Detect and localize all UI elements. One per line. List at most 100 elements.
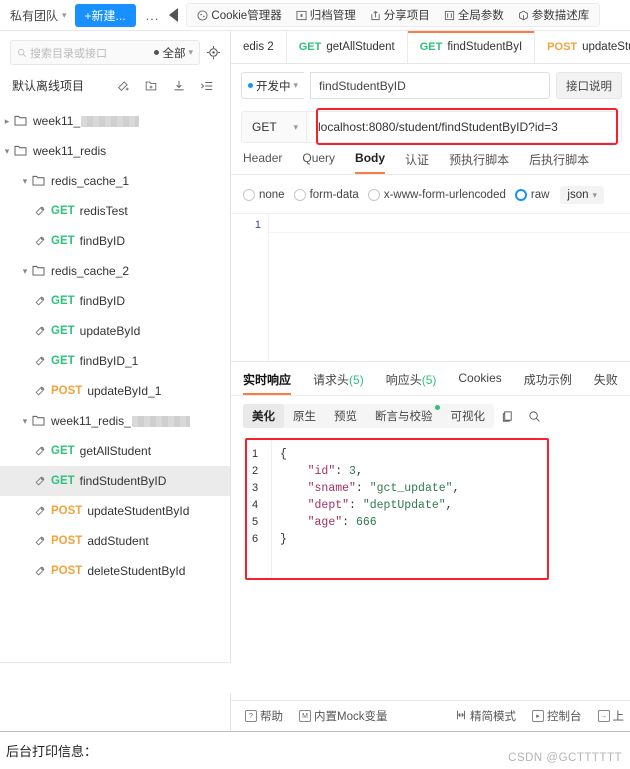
tree-api-addStudent[interactable]: POST addStudent <box>0 526 230 556</box>
new-folder-icon[interactable] <box>144 79 158 93</box>
new-button[interactable]: +新建... <box>74 3 136 27</box>
top-toolbar: 私有团队 ▾ +新建... ... Cookie管理器 归档管理 分享项目 全局… <box>0 0 630 31</box>
tree-api-findByID[interactable]: GET findByID <box>0 226 230 256</box>
more-menu-button[interactable]: ... <box>136 8 170 23</box>
add-api-icon[interactable] <box>116 79 130 93</box>
response-tab-label: Cookies <box>458 371 502 385</box>
response-tab-请求头[interactable]: 请求头(5) <box>313 371 364 395</box>
upload-icon: → <box>597 710 610 722</box>
body-type-x-www-form-urlencoded[interactable]: x-www-form-urlencoded <box>367 189 506 201</box>
param-library-button[interactable]: 参数描述库 <box>518 7 589 23</box>
response-tab-label: 请求头 <box>313 373 350 387</box>
tree-folder-redis_cache_2[interactable]: ▾ redis_cache_2 <box>0 256 230 286</box>
tree-folder-week11_redis_[interactable]: ▾ week11_redis_ <box>0 406 230 436</box>
tree-api-getAllStudent[interactable]: GET getAllStudent <box>0 436 230 466</box>
chevron-down-icon[interactable]: ▾ <box>18 176 32 187</box>
view-button-断言与校验[interactable]: 断言与校验 <box>366 404 442 428</box>
tree-api-label: addStudent <box>87 534 149 548</box>
global-params-button[interactable]: 全局参数 <box>444 7 504 23</box>
body-type-raw[interactable]: raw <box>514 189 550 201</box>
request-body-editor[interactable]: 1 <box>231 213 630 361</box>
share-project-button[interactable]: 分享项目 <box>370 7 430 23</box>
request-tab-认证[interactable]: 认证 <box>405 151 429 174</box>
view-button-原生[interactable]: 原生 <box>284 404 325 428</box>
status-dot-icon <box>248 83 253 88</box>
filter-all-selector[interactable]: 全部 ▾ <box>154 45 193 61</box>
body-type-form-data[interactable]: form-data <box>293 189 359 201</box>
chevron-down-icon[interactable]: ▾ <box>18 416 32 427</box>
compact-mode-button[interactable]: 精简模式 <box>455 708 516 724</box>
chevron-right-icon[interactable]: ▸ <box>0 116 14 127</box>
back-arrow-icon[interactable] <box>169 8 179 22</box>
mock-variables-button[interactable]: M 内置Mock变量 <box>299 708 387 724</box>
search-icon[interactable] <box>521 406 548 427</box>
editor-tab-findStudentByI[interactable]: GET findStudentByI <box>408 31 536 63</box>
request-tab-Query[interactable]: Query <box>302 151 335 174</box>
tree-api-updateStudentById[interactable]: POST updateStudentById <box>0 496 230 526</box>
help-label: 帮助 <box>260 711 283 723</box>
tree-folder-redis_cache_1[interactable]: ▾ redis_cache_1 <box>0 166 230 196</box>
tree-api-findStudentByID[interactable]: GET findStudentByID <box>0 466 230 496</box>
tree-api-deleteStudentById[interactable]: POST deleteStudentById <box>0 556 230 586</box>
body-type-none[interactable]: none <box>243 189 285 201</box>
search-input[interactable]: 搜索目录或接口 全部 ▾ <box>10 40 200 65</box>
console-label: 控制台 <box>547 711 582 723</box>
team-label: 私有团队 <box>10 8 59 23</box>
editor-tab-edis-2[interactable]: edis 2 <box>231 31 287 63</box>
json-line: "sname": "gct_update", <box>307 482 460 495</box>
archive-manage-button[interactable]: 归档管理 <box>296 7 356 23</box>
collapse-tree-icon[interactable] <box>200 79 214 93</box>
mock-icon: M <box>299 710 311 722</box>
view-button-label: 原生 <box>293 411 316 423</box>
request-tab-bar: Header Query Body 认证 预执行脚本 后执行脚本 <box>231 143 630 175</box>
archive-manage-label: 归档管理 <box>309 10 356 22</box>
request-tab-后执行脚本[interactable]: 后执行脚本 <box>529 151 589 174</box>
tree-api-label: deleteStudentById <box>87 564 186 578</box>
tree-api-updateById_1[interactable]: POST updateById_1 <box>0 376 230 406</box>
body-type-label: raw <box>530 189 550 201</box>
http-method-badge: GET <box>51 205 75 217</box>
api-doc-button[interactable]: 接口说明 <box>556 72 622 99</box>
upload-button[interactable]: → 上 <box>597 708 624 724</box>
tree-folder-week11_[interactable]: ▸ week11_ <box>0 106 230 136</box>
view-button-可视化[interactable]: 可视化 <box>442 404 495 428</box>
api-name-input[interactable]: findStudentByID <box>310 72 550 99</box>
url-input[interactable]: localhost:8080/student/findStudentByID?i… <box>310 112 618 142</box>
chevron-down-icon[interactable]: ▾ <box>0 146 14 157</box>
view-button-美化[interactable]: 美化 <box>243 404 284 428</box>
console-button[interactable]: ▸ 控制台 <box>532 708 582 724</box>
response-tab-响应头[interactable]: 响应头(5) <box>386 371 437 395</box>
chevron-down-icon[interactable]: ▾ <box>18 266 32 277</box>
http-method-badge: GET <box>51 325 75 337</box>
help-button[interactable]: ? 帮助 <box>245 708 283 724</box>
request-tab-Body[interactable]: Body <box>355 151 386 174</box>
status-selector[interactable]: 开发中 ▾ <box>241 72 305 99</box>
api-icon <box>34 565 46 577</box>
response-tab-成功示例[interactable]: 成功示例 <box>524 371 572 395</box>
copy-icon[interactable] <box>494 406 521 427</box>
response-tab-实时响应[interactable]: 实时响应 <box>243 371 292 395</box>
locate-icon[interactable] <box>206 45 222 61</box>
editor-tab-updateStuden[interactable]: POST updateStuden <box>535 31 630 63</box>
view-button-label: 预览 <box>334 411 357 423</box>
editor-content[interactable] <box>269 214 630 361</box>
import-icon[interactable] <box>172 79 186 93</box>
request-tab-Header[interactable]: Header <box>243 151 282 174</box>
tree-folder-week11_redis[interactable]: ▾ week11_redis <box>0 136 230 166</box>
share-icon <box>370 10 381 21</box>
response-tab-失败[interactable]: 失败 <box>594 371 618 395</box>
request-tab-预执行脚本[interactable]: 预执行脚本 <box>449 151 509 174</box>
raw-format-selector[interactable]: json ▾ <box>560 186 605 204</box>
http-method-selector[interactable]: GET ▾ <box>242 112 307 142</box>
view-button-预览[interactable]: 预览 <box>325 404 366 428</box>
response-tab-Cookies[interactable]: Cookies <box>458 371 501 395</box>
radio-icon <box>293 189 306 201</box>
tree-api-updateById[interactable]: GET updateById <box>0 316 230 346</box>
tree-api-findByID_1[interactable]: GET findByID_1 <box>0 346 230 376</box>
team-selector[interactable]: 私有团队 ▾ <box>0 0 75 31</box>
cookie-manager-button[interactable]: Cookie管理器 <box>197 7 282 23</box>
editor-tab-getAllStudent[interactable]: GET getAllStudent <box>287 31 408 63</box>
tree-api-findByID[interactable]: GET findByID <box>0 286 230 316</box>
json-code: { "id": 3, "sname": "gct_update", "dept"… <box>271 440 547 578</box>
tree-api-redisTest[interactable]: GET redisTest <box>0 196 230 226</box>
